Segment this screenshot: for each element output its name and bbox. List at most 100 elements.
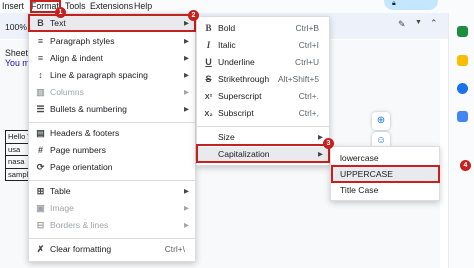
format-item-headers-footers[interactable]: ▤ Headers & footers: [29, 126, 195, 142]
menu-item-label: Italic: [218, 40, 236, 50]
format-item-image: ▣ Image ▶: [29, 201, 195, 217]
submenu-arrow-icon: ▶: [318, 134, 323, 141]
cap-item-title-case[interactable]: Title Case: [331, 183, 439, 199]
menu-divider: [197, 126, 329, 127]
page-numbers-icon: #: [37, 145, 43, 155]
text-item-underline[interactable]: U Underline Ctrl+U: [197, 55, 329, 71]
shortcut-text: Alt+Shift+5: [278, 74, 319, 84]
format-item-align-indent[interactable]: ≡ Align & indent ▶: [29, 51, 195, 67]
format-item-page-orientation[interactable]: ⟳ Page orientation: [29, 160, 195, 176]
shortcut-text: Ctrl+.: [298, 91, 319, 101]
page-orientation-icon: ⟳: [36, 162, 45, 172]
add-comment-icon[interactable]: ⊕: [372, 112, 390, 130]
text-item-italic[interactable]: I Italic Ctrl+I: [197, 38, 329, 54]
menu-item-label: Bold: [218, 23, 236, 33]
subscript-icon: X₂: [204, 109, 213, 118]
shortcut-text: Ctrl+\: [164, 244, 185, 254]
lock-icon: 🔒︎: [392, 0, 396, 7]
menu-item-label: Bullets & numbering: [50, 104, 127, 114]
zoom-select[interactable]: 100%: [5, 22, 27, 32]
submenu-arrow-icon: ▶: [184, 188, 189, 195]
format-item-line-spacing[interactable]: ↕ Line & paragraph spacing ▶: [29, 68, 195, 84]
format-item-columns: ▥ Columns ▶: [29, 85, 195, 101]
sheets-icon[interactable]: [457, 26, 468, 37]
text-item-strikethrough[interactable]: S Strikethrough Alt+Shift+5: [197, 72, 329, 88]
menu-item-label: Table: [50, 186, 71, 196]
superscript-icon: X²: [204, 92, 213, 101]
format-item-paragraph-styles[interactable]: ≡ Paragraph styles ▶: [29, 34, 195, 50]
step-badge-3: 3: [323, 138, 334, 149]
menu-item-label: Underline: [218, 57, 255, 67]
format-item-page-numbers[interactable]: # Page numbers: [29, 143, 195, 159]
menu-divider: [29, 238, 195, 239]
keep-icon[interactable]: [457, 55, 468, 66]
menu-divider: [29, 122, 195, 123]
shortcut-text: Ctrl+,: [298, 108, 319, 118]
text-item-highlight: [28, 14, 196, 32]
submenu-arrow-icon: ▶: [184, 55, 189, 62]
menu-item-label: Clear formatting: [50, 244, 112, 254]
submenu-arrow-icon: ▶: [184, 38, 189, 45]
tasks-icon[interactable]: [457, 83, 468, 94]
menu-item-label: Headers & footers: [50, 128, 120, 138]
menu-insert[interactable]: Insert: [2, 1, 24, 11]
italic-icon: I: [206, 40, 211, 50]
step-badge-4: 4: [460, 160, 471, 171]
paragraph-styles-icon: ≡: [37, 36, 44, 46]
menu-divider: [29, 180, 195, 181]
pencil-icon[interactable]: ✎: [398, 19, 406, 30]
shortcut-text: Ctrl+B: [295, 23, 319, 33]
menu-item-label: Page numbers: [50, 145, 106, 155]
menu-tools[interactable]: Tools: [65, 1, 86, 11]
chevron-up-icon[interactable]: ⌃: [430, 18, 438, 29]
top-right-actions: 🔒︎: [358, 0, 474, 13]
menu-item-label: Subscript: [218, 108, 254, 118]
format-item-bullets[interactable]: ☰ Bullets & numbering ▶: [29, 102, 195, 118]
format-item-table[interactable]: ⊞ Table ▶: [29, 184, 195, 200]
menu-item-label: Align & indent: [50, 53, 104, 63]
table-icon: ⊞: [36, 186, 45, 196]
menu-item-label: Line & paragraph spacing: [50, 70, 148, 80]
strikethrough-icon: S: [205, 74, 212, 84]
chevron-down-icon[interactable]: ▼: [415, 19, 422, 26]
underline-icon: U: [205, 57, 212, 67]
shortcut-text: Ctrl+U: [295, 57, 319, 67]
text-item-superscript[interactable]: X² Superscript Ctrl+.: [197, 89, 329, 105]
menu-item-label: Strikethrough: [218, 74, 270, 84]
columns-icon: ▥: [36, 87, 45, 97]
submenu-arrow-icon: ▶: [184, 106, 189, 113]
text-item-subscript[interactable]: X₂ Subscript Ctrl+,: [197, 106, 329, 122]
menu-item-label: Borders & lines: [50, 220, 109, 230]
clear-formatting-icon: ✗: [36, 244, 45, 254]
align-indent-icon: ≡: [37, 53, 44, 63]
menu-item-label: Image: [50, 203, 74, 213]
side-panel: [448, 13, 474, 268]
menu-item-label: Columns: [50, 87, 84, 97]
step-badge-1: 1: [55, 7, 66, 18]
submenu-arrow-icon: ▶: [184, 89, 189, 96]
step-badge-2: 2: [188, 10, 199, 21]
bold-icon: B: [205, 23, 212, 33]
menu-item-label: Title Case: [340, 185, 379, 195]
text-item-bold[interactable]: B Bold Ctrl+B: [197, 21, 329, 37]
menu-item-label: Page orientation: [50, 162, 113, 172]
format-menu: B Text ▶ ≡ Paragraph styles ▶ ≡ Align & …: [28, 13, 196, 262]
submenu-arrow-icon: ▶: [184, 222, 189, 229]
headers-footers-icon: ▤: [36, 128, 45, 138]
borders-lines-icon: ⊟: [36, 220, 45, 230]
menu-item-label: Superscript: [218, 91, 262, 101]
capitalization-item-highlight: [196, 144, 330, 163]
line-spacing-icon: ↕: [38, 70, 43, 80]
menu-item-label: Paragraph styles: [50, 36, 115, 46]
contacts-icon[interactable]: [457, 111, 468, 122]
uppercase-item-highlight: [331, 165, 440, 183]
menu-extensions[interactable]: Extensions: [90, 1, 133, 11]
menu-item-label: lowercase: [340, 153, 379, 163]
format-item-borders-lines: ⊟ Borders & lines ▶: [29, 218, 195, 234]
submenu-arrow-icon: ▶: [184, 72, 189, 79]
image-icon: ▣: [36, 203, 45, 213]
menu-help[interactable]: Help: [134, 1, 152, 11]
format-item-clear-formatting[interactable]: ✗ Clear formatting Ctrl+\: [29, 242, 195, 258]
menu-item-label: Size: [218, 132, 235, 142]
submenu-arrow-icon: ▶: [184, 205, 189, 212]
